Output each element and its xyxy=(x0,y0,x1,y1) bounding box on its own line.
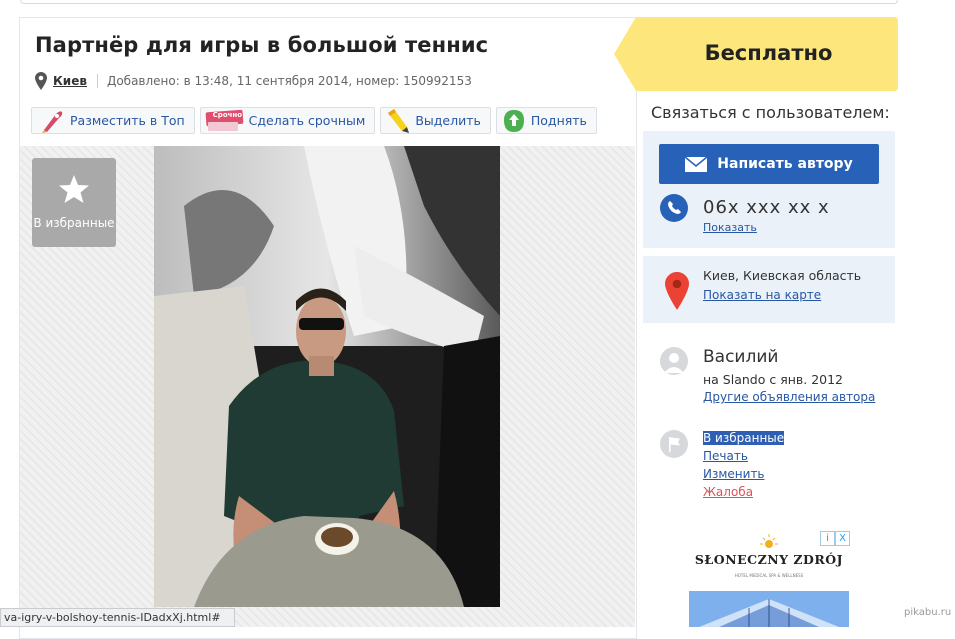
highlight-label: Выделить xyxy=(415,113,481,128)
rocket-icon xyxy=(36,108,66,134)
ad-tagline: HOTEL MEDICAL SPA & WELLNESS xyxy=(734,573,804,578)
city-link[interactable]: Киев xyxy=(53,74,87,88)
raise-button[interactable]: Поднять xyxy=(495,107,597,134)
listing-title: Партнёр для игры в большой теннис xyxy=(35,33,489,57)
contact-heading: Связаться с пользователем: xyxy=(651,103,890,122)
flag-icon xyxy=(660,430,688,458)
top-placement-label: Разместить в Топ xyxy=(70,113,185,128)
star-icon xyxy=(59,175,89,203)
user-since: на Slando с янв. 2012 xyxy=(703,372,844,387)
map-pin-icon xyxy=(665,272,689,310)
ad-brand-name: SŁONECZNY ZDRÓJ xyxy=(694,552,844,567)
watermark: pikabu.ru xyxy=(904,607,952,618)
urgent-sticker-icon: Срочно xyxy=(205,108,245,134)
listing-photo[interactable] xyxy=(154,146,500,607)
show-map-link[interactable]: Показать на карте xyxy=(703,288,821,302)
complaint-link[interactable]: Жалоба xyxy=(703,485,753,499)
envelope-icon xyxy=(685,156,708,172)
highlight-button[interactable]: Выделить xyxy=(380,107,491,134)
edit-link[interactable]: Изменить xyxy=(703,467,765,481)
raise-arrow-icon xyxy=(501,108,527,134)
location-pin-icon xyxy=(35,72,47,90)
top-strip xyxy=(20,0,898,4)
avatar xyxy=(660,347,688,375)
write-author-label: Написать автору xyxy=(717,156,853,172)
write-author-button[interactable]: Написать автору xyxy=(659,144,879,184)
urgent-badge-text: Срочно xyxy=(212,110,243,119)
price-label: Бесплатно xyxy=(704,41,833,65)
gallery-favorite-label: В избранные xyxy=(33,216,115,230)
promo-actions: Разместить в Топ Срочно Сделать срочным … xyxy=(31,107,597,134)
make-urgent-button[interactable]: Срочно Сделать срочным xyxy=(199,107,376,134)
listing-meta: Киев Добавлено: в 13:48, 11 сентября 201… xyxy=(35,72,472,90)
location-text: Киев, Киевская область xyxy=(703,268,862,283)
highlighter-icon xyxy=(385,108,411,134)
phone-number: 06x xxx xx x xyxy=(703,197,830,218)
show-phone-link[interactable]: Показать xyxy=(703,221,757,234)
phone-icon xyxy=(660,194,688,222)
browser-status-url: va-igry-v-bolshoy-tennis-IDadxXj.html# xyxy=(0,608,235,627)
top-placement-button[interactable]: Разместить в Топ xyxy=(31,107,195,134)
print-link[interactable]: Печать xyxy=(703,449,748,463)
raise-label: Поднять xyxy=(530,113,587,128)
other-ads-link[interactable]: Другие объявления автора xyxy=(703,390,875,404)
gallery-favorite-button[interactable]: В избранные xyxy=(32,158,116,247)
add-favorite-link[interactable]: В избранные xyxy=(703,431,785,445)
ad-banner-image[interactable] xyxy=(689,591,849,627)
added-info: Добавлено: в 13:48, 11 сентября 2014, но… xyxy=(106,74,472,88)
ad-banner-logo[interactable]: SŁONECZNY ZDRÓJ HOTEL MEDICAL SPA & WELL… xyxy=(689,530,849,592)
meta-divider xyxy=(96,74,98,88)
price-tag: Бесплатно xyxy=(614,17,898,91)
make-urgent-label: Сделать срочным xyxy=(248,113,366,128)
user-name: Василий xyxy=(703,347,779,367)
